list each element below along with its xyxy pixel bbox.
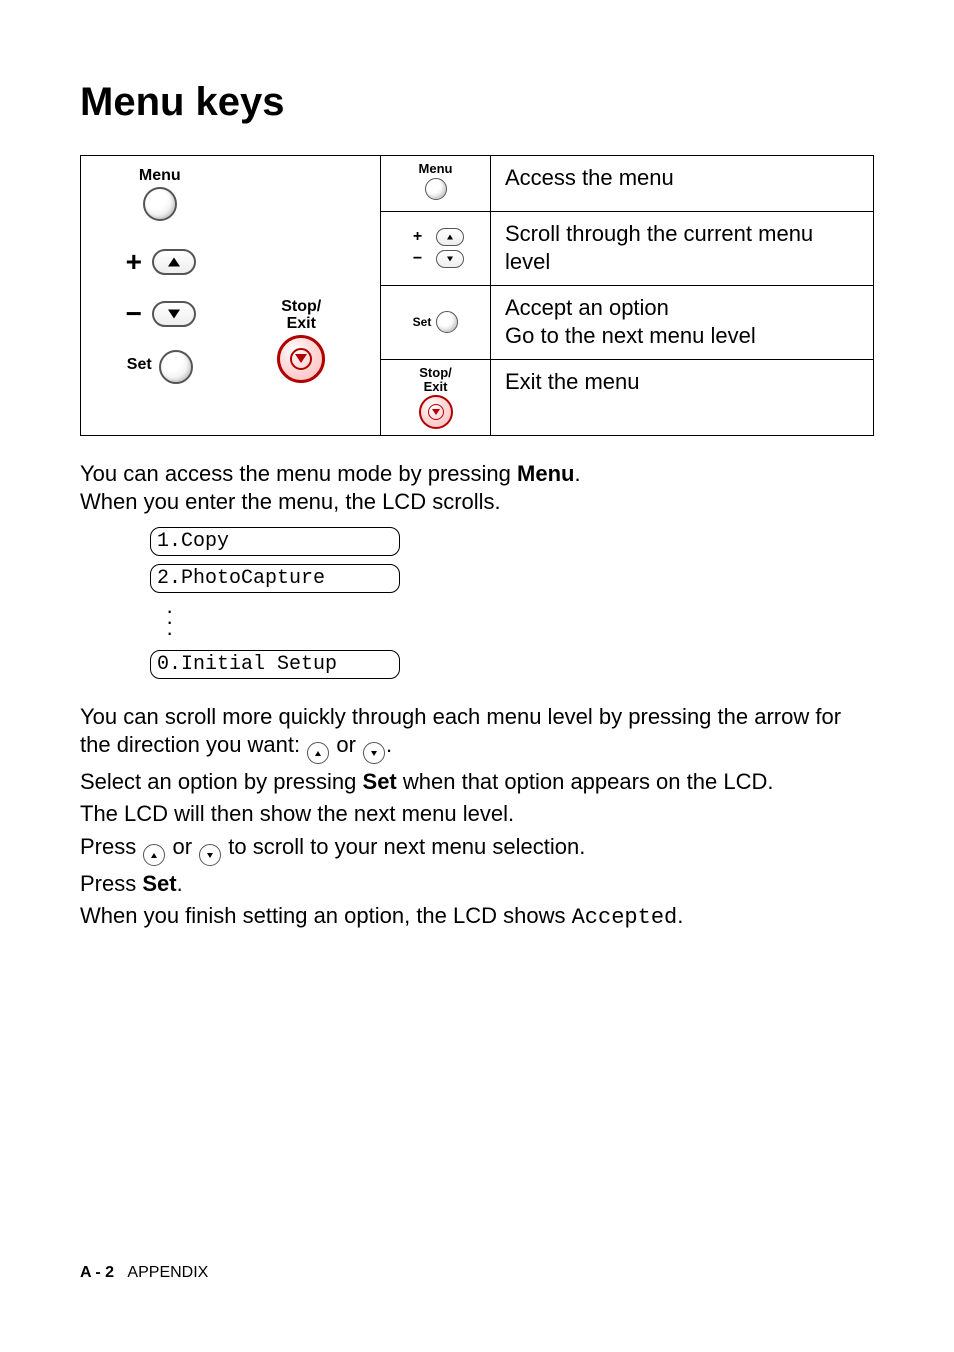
- row-scroll-desc: Scroll through the current menu level: [491, 211, 874, 285]
- page-footer: A - 2 APPENDIX: [80, 1264, 208, 1282]
- menu-button-icon: [425, 178, 447, 200]
- minus-sign: −: [124, 298, 144, 330]
- row-scroll-icon: + −: [381, 211, 491, 285]
- row-menu-icon: Menu: [381, 156, 491, 212]
- press-set-para: Press Set.: [80, 870, 874, 898]
- row-set-desc: Accept an option Go to the next menu lev…: [491, 285, 874, 359]
- press-scroll-para: Press or to scroll to your next menu sel…: [80, 833, 874, 867]
- down-button-icon: [152, 301, 196, 327]
- lcd-line: 1.Copy: [150, 527, 400, 556]
- intro-para-1: You can access the menu mode by pressing…: [80, 460, 874, 516]
- down-button-icon: [436, 250, 464, 268]
- lcd-menu-list: 1.Copy 2.PhotoCapture ··· 0.Initial Setu…: [150, 527, 874, 679]
- stop-exit-button-icon: [277, 335, 325, 383]
- accepted-para: When you finish setting an option, the L…: [80, 902, 874, 932]
- row-stop-icon: Stop/ Exit: [381, 360, 491, 436]
- set-button-icon: [159, 350, 193, 384]
- plus-sign: +: [124, 246, 144, 278]
- lcd-line: 2.PhotoCapture: [150, 564, 400, 593]
- up-button-icon: [436, 228, 464, 246]
- down-arrow-icon: [363, 742, 385, 764]
- menu-button-icon: [143, 187, 177, 221]
- scroll-para: You can scroll more quickly through each…: [80, 703, 874, 765]
- row-stop-desc: Exit the menu: [491, 360, 874, 436]
- up-arrow-icon: [143, 844, 165, 866]
- panel-stop-label: Stop/ Exit: [277, 299, 325, 333]
- set-button-icon: [436, 311, 458, 333]
- panel-set-label: Set: [127, 357, 152, 374]
- up-button-icon: [152, 249, 196, 275]
- control-panel-diagram: Menu + −: [81, 156, 381, 436]
- next-level-para: The LCD will then show the next menu lev…: [80, 800, 874, 828]
- lcd-line: 0.Initial Setup: [150, 650, 400, 679]
- row-menu-desc: Access the menu: [491, 156, 874, 212]
- panel-menu-label: Menu: [139, 168, 181, 185]
- row-set-icon: Set: [381, 285, 491, 359]
- stop-exit-button-icon: [419, 395, 453, 429]
- vertical-ellipsis: ···: [150, 601, 874, 642]
- menu-keys-table: Menu + −: [80, 155, 874, 436]
- select-para: Select an option by pressing Set when th…: [80, 768, 874, 796]
- up-arrow-icon: [307, 742, 329, 764]
- page-title: Menu keys: [80, 80, 874, 125]
- down-arrow-icon: [199, 844, 221, 866]
